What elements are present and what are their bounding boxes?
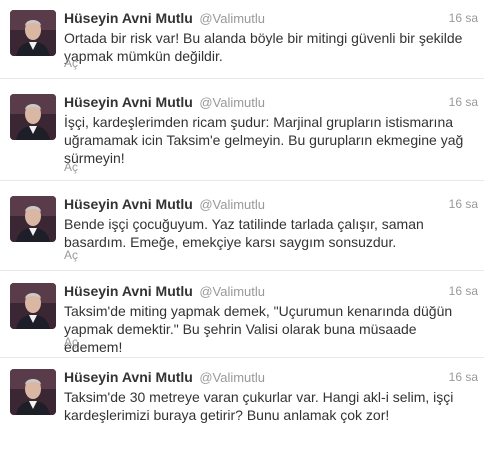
author-handle[interactable]: @Valimutlu (199, 95, 265, 110)
author-name[interactable]: Hüseyin Avni Mutlu (64, 369, 193, 385)
tweet[interactable]: Hüseyin Avni Mutlu @Valimutlu 16 sa Taks… (0, 369, 484, 431)
author-handle[interactable]: @Valimutlu (199, 284, 265, 299)
avatar[interactable] (10, 10, 56, 56)
author-handle[interactable]: @Valimutlu (199, 11, 265, 26)
expand-link[interactable]: Aç (64, 160, 78, 174)
tweet-header: Hüseyin Avni Mutlu @Valimutlu 16 sa (64, 94, 478, 112)
tweet-header: Hüseyin Avni Mutlu @Valimutlu 16 sa (64, 283, 478, 301)
tweet[interactable]: Hüseyin Avni Mutlu @Valimutlu 16 sa Taks… (0, 283, 484, 355)
tweet-time[interactable]: 16 sa (449, 95, 478, 109)
author-handle[interactable]: @Valimutlu (199, 370, 265, 385)
tweet-text: Taksim'de 30 metreye varan çukurlar var.… (64, 389, 454, 423)
tweet-text: Taksim'de miting yapmak demek, "Uçurumun… (64, 303, 453, 355)
divider (0, 357, 484, 358)
expand-link[interactable]: Aç (64, 248, 78, 262)
author-handle[interactable]: @Valimutlu (199, 197, 265, 212)
divider (0, 270, 484, 271)
tweet-header: Hüseyin Avni Mutlu @Valimutlu 16 sa (64, 10, 478, 28)
expand-link[interactable]: Aç (64, 56, 78, 70)
tweet-text: Ortada bir risk var! Bu alanda böyle bir… (64, 30, 463, 64)
tweet-time[interactable]: 16 sa (449, 197, 478, 211)
tweet[interactable]: Hüseyin Avni Mutlu @Valimutlu 16 sa Bend… (0, 196, 484, 262)
avatar[interactable] (10, 283, 56, 329)
author-name[interactable]: Hüseyin Avni Mutlu (64, 196, 193, 212)
divider (0, 78, 484, 79)
expand-link[interactable]: Aç (64, 335, 78, 349)
tweet-text: Bende işçi çocuğuyum. Yaz tatilinde tarl… (64, 216, 424, 250)
avatar[interactable] (10, 196, 56, 242)
tweet-time[interactable]: 16 sa (449, 370, 478, 384)
tweet-timeline: Hüseyin Avni Mutlu @Valimutlu 16 sa Orta… (0, 0, 499, 450)
tweet-text: İşçi, kardeşlerimden ricam şudur: Marjin… (64, 114, 464, 166)
tweet-header: Hüseyin Avni Mutlu @Valimutlu 16 sa (64, 196, 478, 214)
tweet[interactable]: Hüseyin Avni Mutlu @Valimutlu 16 sa Orta… (0, 10, 484, 72)
avatar[interactable] (10, 94, 56, 140)
tweet-header: Hüseyin Avni Mutlu @Valimutlu 16 sa (64, 369, 478, 387)
divider (0, 180, 484, 181)
author-name[interactable]: Hüseyin Avni Mutlu (64, 94, 193, 110)
tweet-time[interactable]: 16 sa (449, 284, 478, 298)
author-name[interactable]: Hüseyin Avni Mutlu (64, 283, 193, 299)
author-name[interactable]: Hüseyin Avni Mutlu (64, 10, 193, 26)
avatar[interactable] (10, 369, 56, 415)
tweet-time[interactable]: 16 sa (449, 11, 478, 25)
tweet[interactable]: Hüseyin Avni Mutlu @Valimutlu 16 sa İşçi… (0, 94, 484, 174)
